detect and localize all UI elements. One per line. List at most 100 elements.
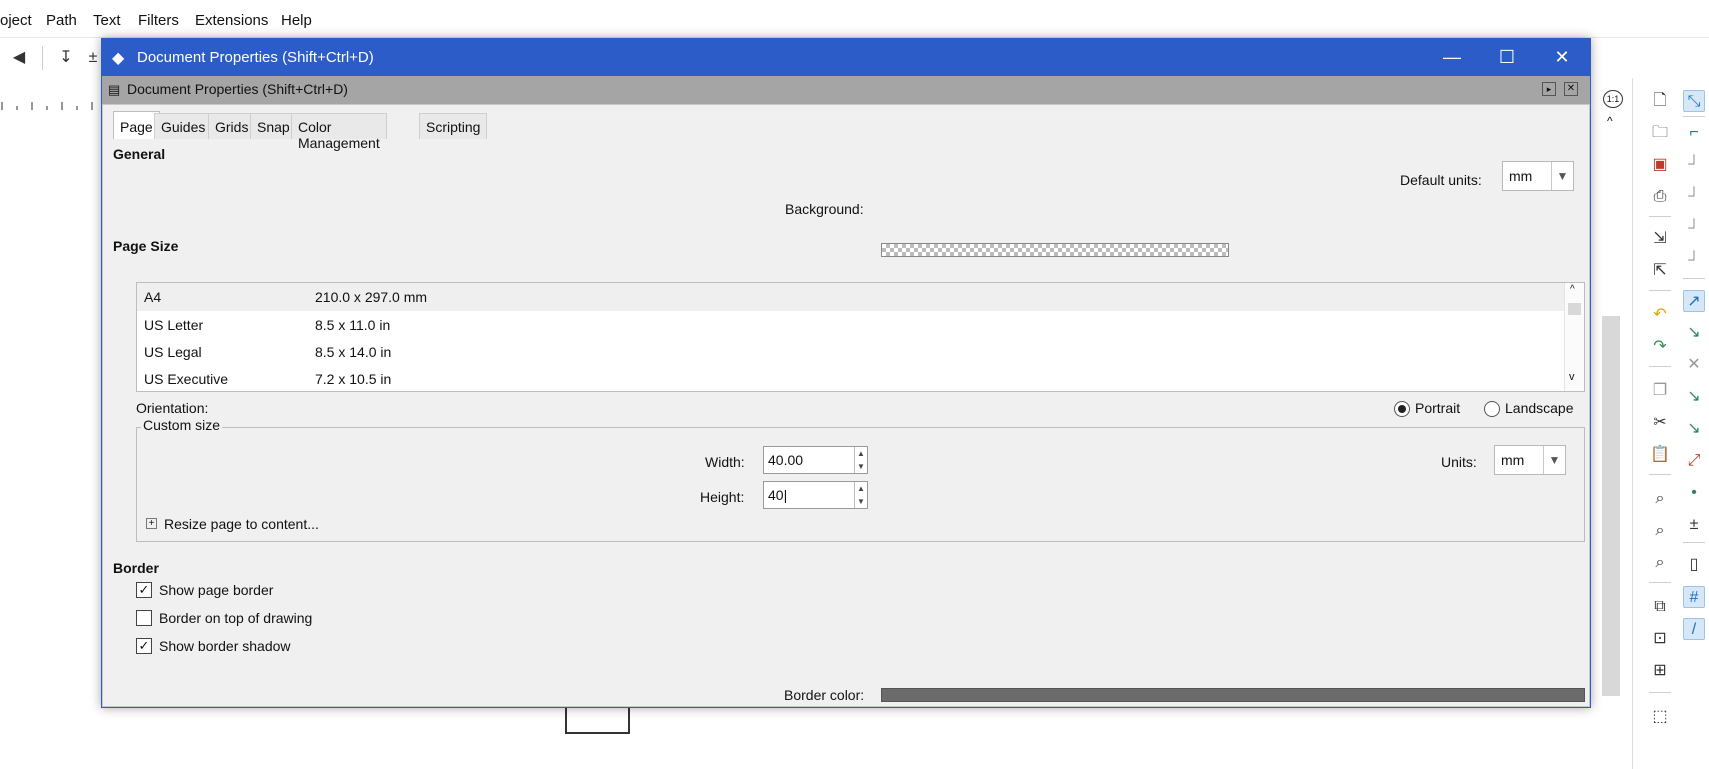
background-color-button[interactable] <box>881 243 1229 257</box>
close-button[interactable]: ✕ <box>1537 39 1587 76</box>
zoom-drawing-icon[interactable]: ⌕ <box>1649 520 1671 542</box>
menu-help[interactable]: Help <box>281 12 312 29</box>
menu-filters[interactable]: Filters <box>138 12 179 29</box>
save-icon[interactable]: ▣ <box>1649 154 1671 176</box>
list-item[interactable]: US Letter 8.5 x 11.0 in <box>137 311 1564 339</box>
canvas-scrollbar[interactable] <box>1602 316 1620 696</box>
distribute-icon[interactable]: ↧ <box>55 47 77 69</box>
menu-path[interactable]: Path <box>46 12 77 29</box>
list-item[interactable]: A4 210.0 x 297.0 mm <box>137 283 1564 311</box>
show-border-shadow-label[interactable]: Show border shadow <box>159 638 291 654</box>
page-shape-on-canvas <box>565 706 630 734</box>
tab-snap[interactable]: Snap <box>250 113 297 139</box>
default-units-select[interactable]: mm ▼ <box>1502 161 1574 191</box>
copy-icon[interactable]: ❐ <box>1649 380 1671 402</box>
tab-color-management[interactable]: Color Management <box>291 113 387 151</box>
open-folder-icon[interactable]: 🗀 <box>1649 122 1671 144</box>
menu-extensions[interactable]: Extensions <box>195 12 268 29</box>
snap-bbox-corners-icon[interactable]: ┘ <box>1683 186 1705 208</box>
tab-page[interactable]: Page <box>113 111 160 139</box>
maximize-button[interactable]: ☐ <box>1482 39 1532 76</box>
cut-icon[interactable]: ✂ <box>1649 412 1671 434</box>
undo-icon[interactable]: ↶ <box>1649 304 1671 326</box>
list-item[interactable]: US Legal 8.5 x 14.0 in <box>137 338 1564 366</box>
border-color-button[interactable] <box>881 688 1585 702</box>
tab-scripting[interactable]: Scripting <box>419 113 488 139</box>
tab-guides[interactable]: Guides <box>154 113 213 139</box>
paste-icon[interactable]: 📋 <box>1649 444 1671 466</box>
tab-grids[interactable]: Grids <box>208 113 256 139</box>
panel-iconify-icon[interactable]: ▸ <box>1542 82 1556 96</box>
align-icon[interactable]: ◀ <box>8 47 30 69</box>
snap-paths-icon[interactable]: ↘ <box>1683 322 1705 344</box>
redo-icon[interactable]: ↷ <box>1649 336 1671 358</box>
print-icon[interactable]: ⎙ <box>1649 186 1671 208</box>
snap-midpoints-icon[interactable]: ⤢ <box>1683 450 1705 472</box>
chevron-down-icon: ▼ <box>1543 446 1565 474</box>
ruler <box>0 96 100 110</box>
expander-plus-icon[interactable]: + <box>146 518 157 529</box>
inkscape-logo-icon: ◆ <box>112 50 125 67</box>
zoom-1-1-icon[interactable]: 1:1 <box>1603 90 1623 108</box>
snap-intersections-icon[interactable]: ✕ <box>1683 354 1705 376</box>
minimize-button[interactable]: — <box>1427 39 1477 76</box>
spin-arrows-icon[interactable]: ▲ ▼ <box>854 447 867 473</box>
snap-cusp-icon[interactable]: ↘ <box>1683 386 1705 408</box>
xml-editor-icon[interactable]: ⬚ <box>1649 706 1671 728</box>
resize-page-expander[interactable]: Resize page to content... <box>164 516 319 532</box>
snap-grids-icon[interactable]: # <box>1683 586 1705 608</box>
list-scrollbar[interactable]: ^ v <box>1564 283 1584 391</box>
snap-guides-icon[interactable]: / <box>1683 618 1705 640</box>
menu-object[interactable]: oject <box>0 12 32 29</box>
ungroup-icon[interactable]: ⊞ <box>1649 660 1671 682</box>
landscape-label[interactable]: Landscape <box>1505 400 1574 416</box>
scroll-thumb[interactable] <box>1568 303 1581 315</box>
width-label: Width: <box>705 454 745 470</box>
snap-bbox-centers-icon[interactable]: ┘ <box>1683 250 1705 272</box>
landscape-radio[interactable] <box>1484 401 1500 417</box>
duplicate-icon[interactable]: ⧉ <box>1649 596 1671 618</box>
units-select[interactable]: mm ▼ <box>1494 445 1566 475</box>
orientation-label: Orientation: <box>136 400 209 416</box>
spin-arrows-icon[interactable]: ▲ ▼ <box>854 482 867 508</box>
page-size-list[interactable]: A4 210.0 x 297.0 mm US Letter 8.5 x 11.0… <box>136 282 1585 392</box>
zoom-selection-icon[interactable]: ⌕ <box>1649 488 1671 510</box>
panel-close-icon[interactable]: ✕ <box>1564 82 1578 96</box>
snap-smooth-icon[interactable]: ↘ <box>1683 418 1705 440</box>
border-color-label: Border color: <box>784 687 865 703</box>
new-document-icon[interactable]: 🗋 <box>1649 90 1671 112</box>
general-header: General <box>113 146 166 162</box>
width-spinbox[interactable]: 40.00 ▲ ▼ <box>763 446 868 474</box>
snap-bbox-icon[interactable]: ⌐ <box>1683 122 1705 144</box>
import-icon[interactable]: ⇲ <box>1649 228 1671 250</box>
export-icon[interactable]: ⇱ <box>1649 260 1671 282</box>
snap-nodes-icon[interactable]: ↗ <box>1683 290 1705 312</box>
border-header: Border <box>113 560 159 576</box>
snap-toggle-icon[interactable]: ⤡ <box>1683 90 1705 112</box>
snap-object-centers-icon[interactable]: • <box>1683 482 1705 504</box>
list-item[interactable]: US Executive 7.2 x 10.5 in <box>137 365 1564 391</box>
height-spinbox[interactable]: 40| ▲ ▼ <box>763 481 868 509</box>
show-page-border-checkbox[interactable]: ✓ <box>136 582 152 598</box>
zoom-page-icon[interactable]: ⌕ <box>1649 552 1671 574</box>
portrait-radio[interactable] <box>1394 401 1410 417</box>
menu-text[interactable]: Text <box>93 12 121 29</box>
snap-page-border-icon[interactable]: ▯ <box>1683 554 1705 576</box>
chevron-up-icon[interactable]: ^ <box>1607 114 1613 128</box>
group-icon[interactable]: ⊡ <box>1649 628 1671 650</box>
portrait-label[interactable]: Portrait <box>1415 400 1460 416</box>
panel-title: Document Properties (Shift+Ctrl+D) <box>127 81 348 97</box>
snap-bbox-edges-icon[interactable]: ┘ <box>1683 154 1705 176</box>
show-border-shadow-checkbox[interactable]: ✓ <box>136 638 152 654</box>
chevron-down-icon[interactable]: v <box>1569 371 1575 383</box>
commands-and-snap-toolbars: 1:1 ^ 🗋 🗀 ▣ ⎙ ⇲ ⇱ ↶ ↷ ❐ ✂ 📋 ⌕ ⌕ ⌕ ⧉ ⊡ ⊞ … <box>1603 78 1709 769</box>
window-titlebar: ◆ Document Properties (Shift+Ctrl+D) — ☐… <box>102 39 1590 76</box>
chevron-up-icon[interactable]: ^ <box>1570 284 1575 295</box>
snap-rotation-centers-icon[interactable]: ± <box>1683 514 1705 536</box>
border-on-top-label[interactable]: Border on top of drawing <box>159 610 312 626</box>
dock-panel-header: ▤ Document Properties (Shift+Ctrl+D) ▸ ✕ <box>102 76 1590 104</box>
snap-bbox-midpoints-icon[interactable]: ┘ <box>1683 218 1705 240</box>
height-label: Height: <box>700 489 745 505</box>
border-on-top-checkbox[interactable] <box>136 610 152 626</box>
show-page-border-label[interactable]: Show page border <box>159 582 273 598</box>
